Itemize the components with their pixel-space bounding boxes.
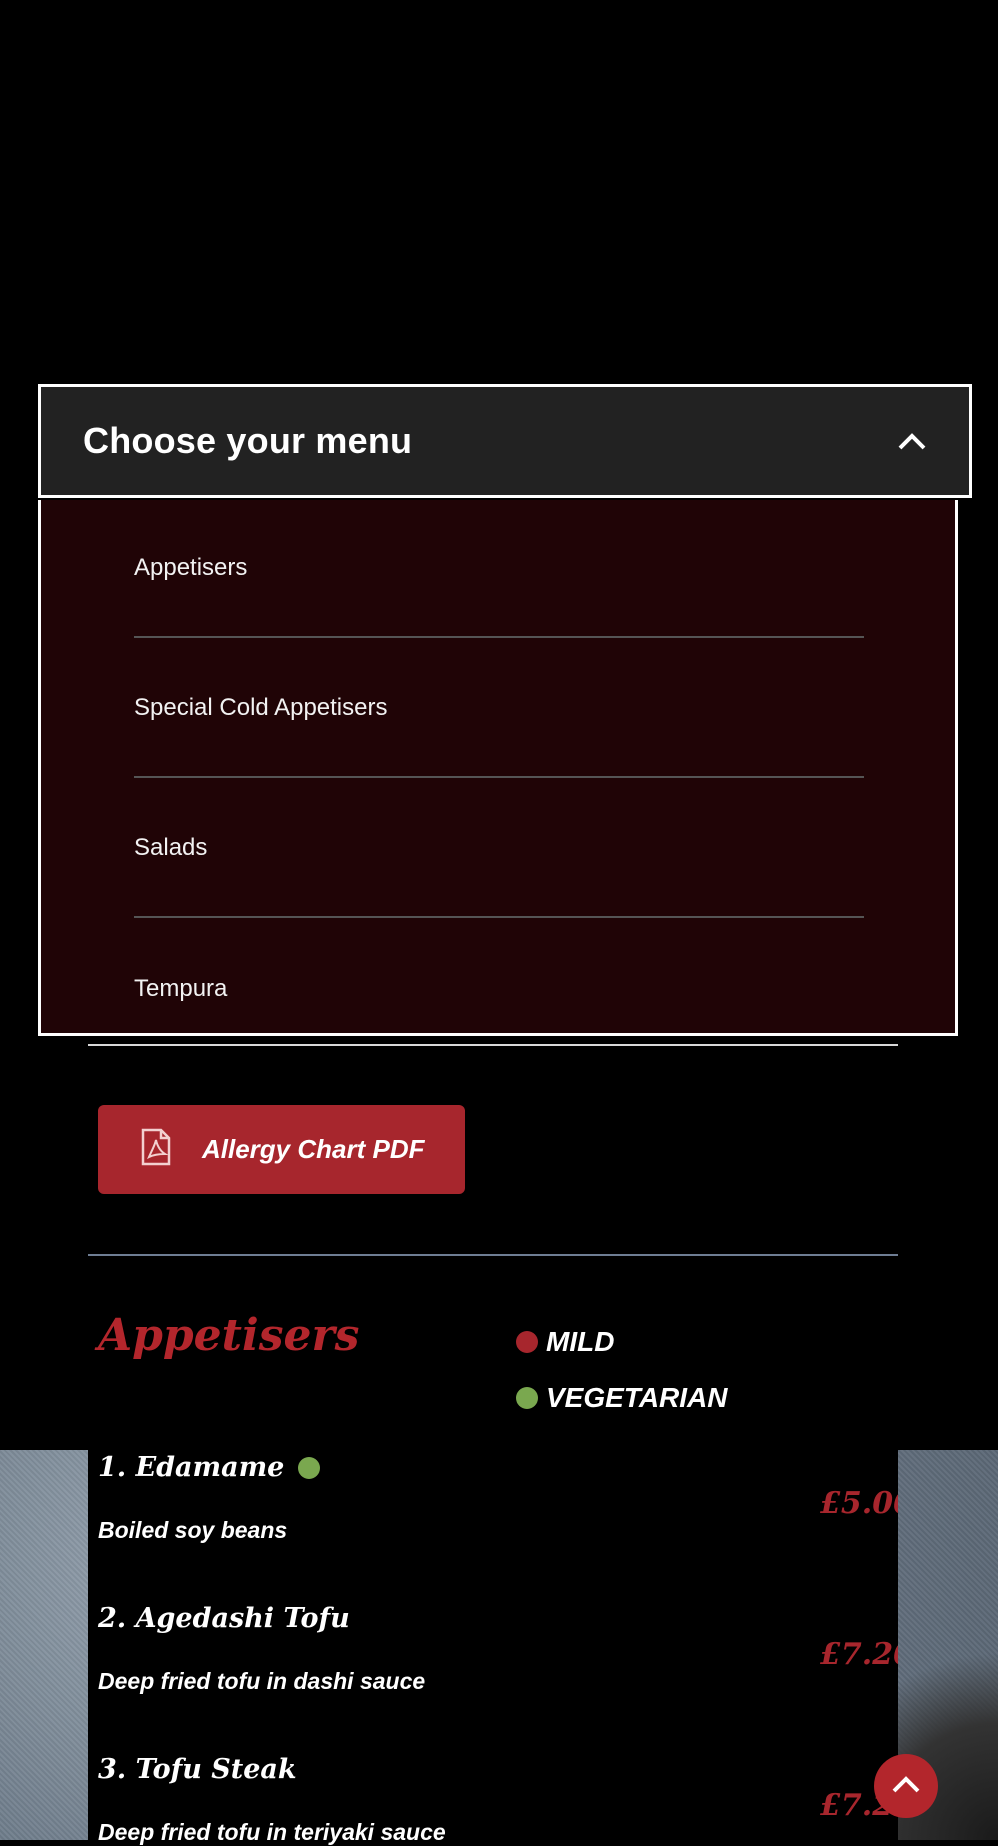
- menu-option-tempura[interactable]: Tempura: [134, 920, 864, 1033]
- dish-item: 3. Tofu Steak Deep fried tofu in teriyak…: [98, 1754, 898, 1846]
- menu-option-label: Salads: [134, 834, 208, 861]
- dish-price: £7.20: [820, 1637, 898, 1672]
- legend-label: MILD: [546, 1326, 615, 1357]
- menu-option-label: Appetisers: [134, 554, 248, 581]
- menu-option-special-cold-appetisers[interactable]: Special Cold Appetisers: [134, 640, 864, 778]
- dish-name: 1. Edamame: [98, 1452, 285, 1483]
- dish-description: Deep fried tofu in dashi sauce: [98, 1668, 426, 1694]
- menu-option-appetisers[interactable]: Appetisers: [134, 500, 864, 638]
- legend-item-vegetarian: VEGETARIAN: [516, 1382, 728, 1414]
- back-to-top-button[interactable]: [874, 1754, 938, 1818]
- dish-name: 3. Tofu Steak: [98, 1754, 297, 1785]
- menu-option-label: Special Cold Appetisers: [134, 694, 388, 721]
- menu-option-salads[interactable]: Salads: [134, 780, 864, 918]
- dish-description: Deep fried tofu in teriyaki sauce: [98, 1819, 446, 1845]
- mild-dot-icon: [516, 1331, 538, 1353]
- dish-item: 1. Edamame Boiled soy beans £5.00: [98, 1452, 898, 1544]
- dish-description: Boiled soy beans: [98, 1517, 288, 1543]
- chevron-up-icon: [891, 1774, 921, 1799]
- divider: [88, 1044, 898, 1046]
- allergy-chart-label: Allergy Chart PDF: [202, 1134, 425, 1164]
- menu-select-label: Choose your menu: [83, 420, 413, 461]
- menu-options-panel: Appetisers Special Cold Appetisers Salad…: [38, 500, 958, 1036]
- legend-item-mild: MILD: [516, 1326, 614, 1358]
- menu-select[interactable]: Choose your menu: [38, 384, 972, 498]
- vegetarian-dot-icon: [298, 1456, 321, 1479]
- allergy-chart-button[interactable]: Allergy Chart PDF: [98, 1105, 465, 1194]
- chevron-up-icon[interactable]: [895, 424, 929, 458]
- dish-name: 2. Agedashi Tofu: [98, 1603, 350, 1634]
- menu-option-label: Tempura: [134, 975, 228, 1002]
- section-title: Appetisers: [98, 1310, 360, 1361]
- divider: [88, 1254, 898, 1256]
- dish-price: £5.00: [820, 1486, 898, 1521]
- dish-item: 2. Agedashi Tofu Deep fried tofu in dash…: [98, 1603, 898, 1695]
- vegetarian-dot-icon: [516, 1387, 538, 1409]
- pdf-icon: [140, 1128, 172, 1171]
- legend-label: VEGETARIAN: [546, 1382, 728, 1413]
